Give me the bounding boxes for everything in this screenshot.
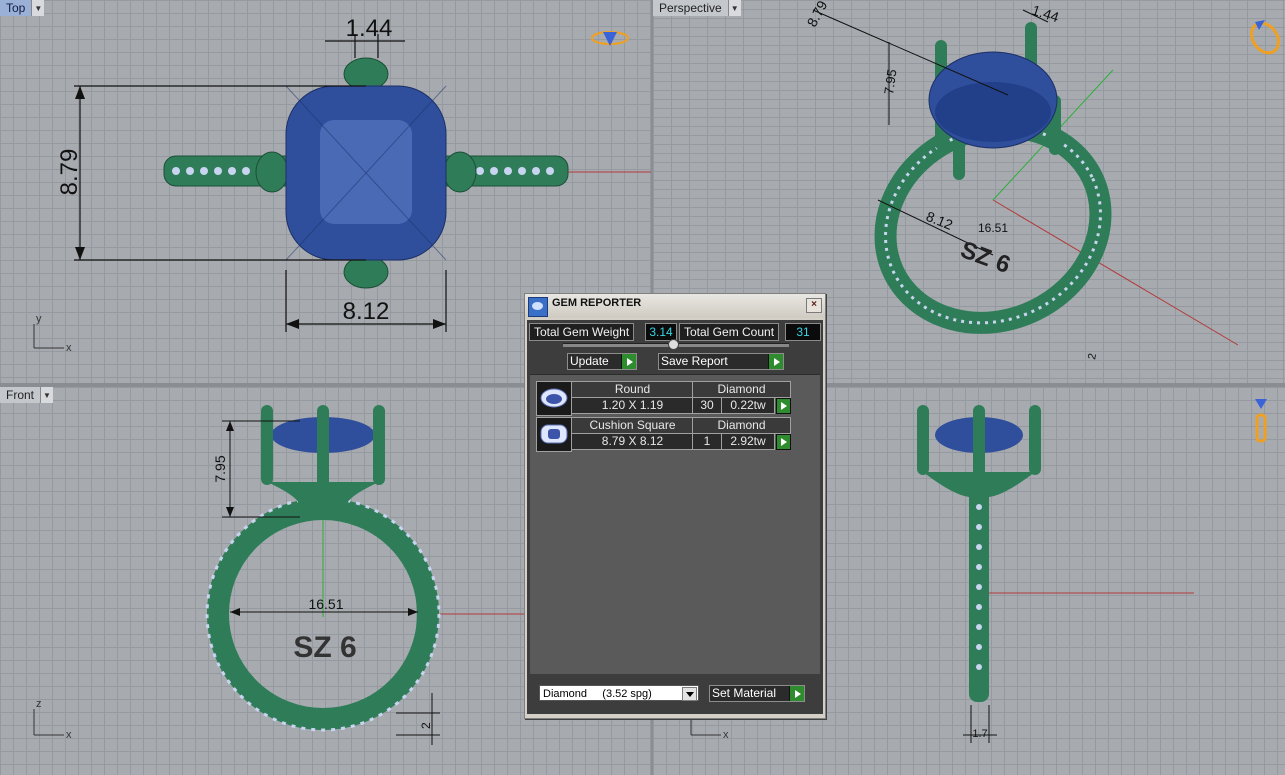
axis-x-label: x	[66, 342, 72, 354]
ring-icon	[1255, 399, 1267, 443]
gem-material: Diamond	[692, 417, 791, 434]
viewport-tab-top[interactable]: Top ▼	[0, 0, 45, 16]
gem-size: 8.79 X 8.12	[571, 433, 694, 450]
total-count-label: Total Gem Count	[679, 323, 780, 341]
play-arrow-icon[interactable]	[789, 686, 804, 701]
chevron-down-icon[interactable]: ▼	[727, 0, 741, 16]
panel-titlebar[interactable]: GEM REPORTER ×	[525, 294, 825, 318]
gem-list: Round Diamond 1.20 X 1.19 30 0.22tw Cush…	[530, 374, 820, 675]
cushion-gem-icon	[536, 417, 572, 452]
gem-reporter-icon	[528, 297, 548, 317]
dim-band: 1.7	[972, 728, 987, 740]
dim-c: 7.95	[881, 68, 899, 95]
size-text: SZ 6	[293, 631, 356, 664]
chevron-down-icon[interactable]: ▼	[40, 387, 54, 403]
axis-x-label: x	[66, 729, 72, 741]
chevron-down-icon[interactable]: ▼	[31, 0, 45, 16]
gem-weight: 0.22tw	[721, 397, 775, 414]
slider-knob[interactable]	[668, 339, 679, 350]
gem-count: 1	[692, 433, 722, 450]
dim-e: 16.51	[978, 221, 1008, 235]
size-text: SZ 6	[957, 236, 1014, 279]
dim-width: 16.51	[308, 596, 343, 612]
ring-icon	[591, 31, 629, 46]
viewport-tab-perspective[interactable]: Perspective ▼	[653, 0, 741, 16]
round-gem-icon	[536, 381, 572, 416]
gem-material: Diamond	[692, 381, 791, 398]
play-arrow-icon[interactable]	[621, 354, 636, 369]
dim-height: 7.95	[212, 455, 228, 482]
dim-width: 8.12	[343, 298, 390, 325]
viewport-tab-front[interactable]: Front ▼	[0, 387, 54, 403]
save-report-label: Save Report	[661, 354, 728, 368]
dim-b: 1.44	[1030, 2, 1061, 26]
material-select[interactable]: Diamond (3.52 spg)	[539, 685, 699, 701]
dim-prong: 1.44	[346, 15, 393, 42]
gem-size: 1.20 X 1.19	[571, 397, 694, 414]
ring-icon	[1250, 20, 1280, 55]
panel-title: GEM REPORTER	[552, 297, 642, 309]
panel-footer: Diamond (3.52 spg) Set Material	[527, 674, 823, 714]
total-count-value: 31	[785, 323, 821, 341]
close-icon[interactable]: ×	[806, 298, 822, 313]
viewport-label: Front	[0, 387, 41, 403]
gem-weight: 2.92tw	[721, 433, 775, 450]
dim-band: 2	[419, 722, 433, 729]
set-material-label: Set Material	[712, 686, 777, 700]
dim-f: 2	[1086, 352, 1099, 360]
update-button[interactable]: Update	[567, 353, 637, 370]
viewport-label: Perspective	[653, 0, 728, 16]
dim-a: 8.79	[804, 0, 831, 29]
gem-reporter-panel[interactable]: GEM REPORTER × Total Gem Weight 3.14 Tot…	[524, 293, 826, 719]
size-slider[interactable]	[563, 339, 789, 350]
set-material-button[interactable]: Set Material	[709, 685, 805, 702]
save-report-button[interactable]: Save Report	[658, 353, 784, 370]
viewport-label: Top	[0, 0, 32, 16]
gem-shape: Round	[571, 381, 694, 398]
play-arrow-icon[interactable]	[776, 398, 791, 414]
gem-count: 30	[692, 397, 722, 414]
total-count-field: Total Gem Count 31	[679, 323, 821, 341]
material-select-value: Diamond (3.52 spg)	[543, 688, 652, 700]
dim-height: 8.79	[56, 149, 83, 196]
chevron-down-icon[interactable]	[682, 687, 697, 701]
panel-body: Total Gem Weight 3.14 Total Gem Count 31…	[527, 320, 823, 714]
gem-shape: Cushion Square	[571, 417, 694, 434]
axis-y-label: y	[36, 313, 42, 325]
total-weight-label: Total Gem Weight	[529, 323, 635, 341]
axis-z-label: z	[36, 698, 42, 710]
axis-x-label: x	[723, 729, 729, 741]
total-weight-field: Total Gem Weight 3.14	[529, 323, 677, 341]
play-arrow-icon[interactable]	[768, 354, 783, 369]
play-arrow-icon[interactable]	[776, 434, 791, 450]
update-label: Update	[570, 354, 609, 368]
